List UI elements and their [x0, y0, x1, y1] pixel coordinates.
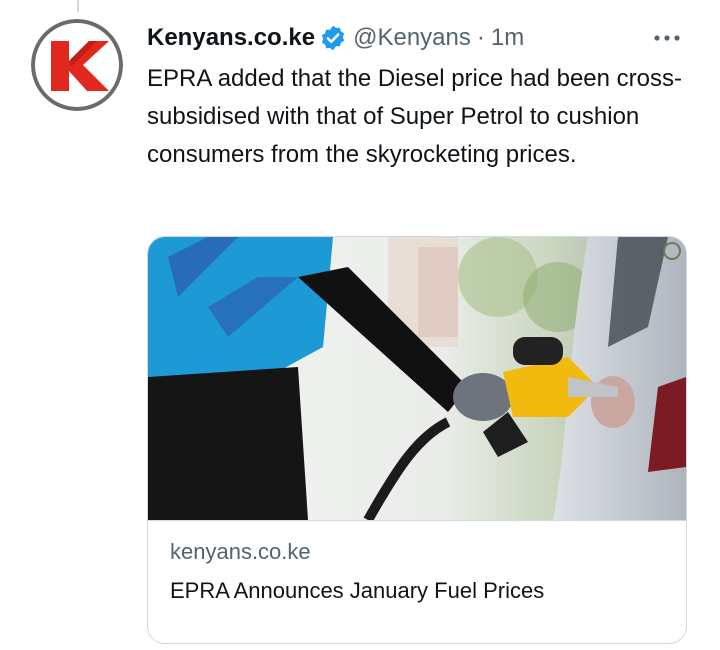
- tweet-timestamp[interactable]: 1m: [491, 24, 524, 52]
- fuel-pump-photo: [148, 237, 686, 520]
- thread-connector-line: [77, 0, 79, 12]
- more-options-icon: [654, 35, 680, 41]
- tweet-text: EPRA added that the Diesel price had bee…: [147, 65, 682, 168]
- tweet-content: Kenyans.co.ke @Kenyans · 1m EPRA added t…: [147, 18, 692, 174]
- verified-badge-icon: [322, 25, 345, 51]
- author-handle[interactable]: @Kenyans: [353, 24, 471, 52]
- separator-dot: ·: [476, 24, 485, 51]
- card-title[interactable]: EPRA Announces January Fuel Prices: [170, 571, 664, 611]
- card-meta: kenyans.co.ke EPRA Announces January Fue…: [148, 520, 686, 611]
- card-domain: kenyans.co.ke: [170, 539, 311, 564]
- more-options-button[interactable]: [650, 24, 684, 52]
- link-preview-card[interactable]: kenyans.co.ke EPRA Announces January Fue…: [147, 236, 687, 644]
- author-display-name[interactable]: Kenyans.co.ke: [147, 24, 315, 52]
- avatar[interactable]: [31, 19, 123, 111]
- tweet-header: Kenyans.co.ke @Kenyans · 1m: [147, 18, 692, 58]
